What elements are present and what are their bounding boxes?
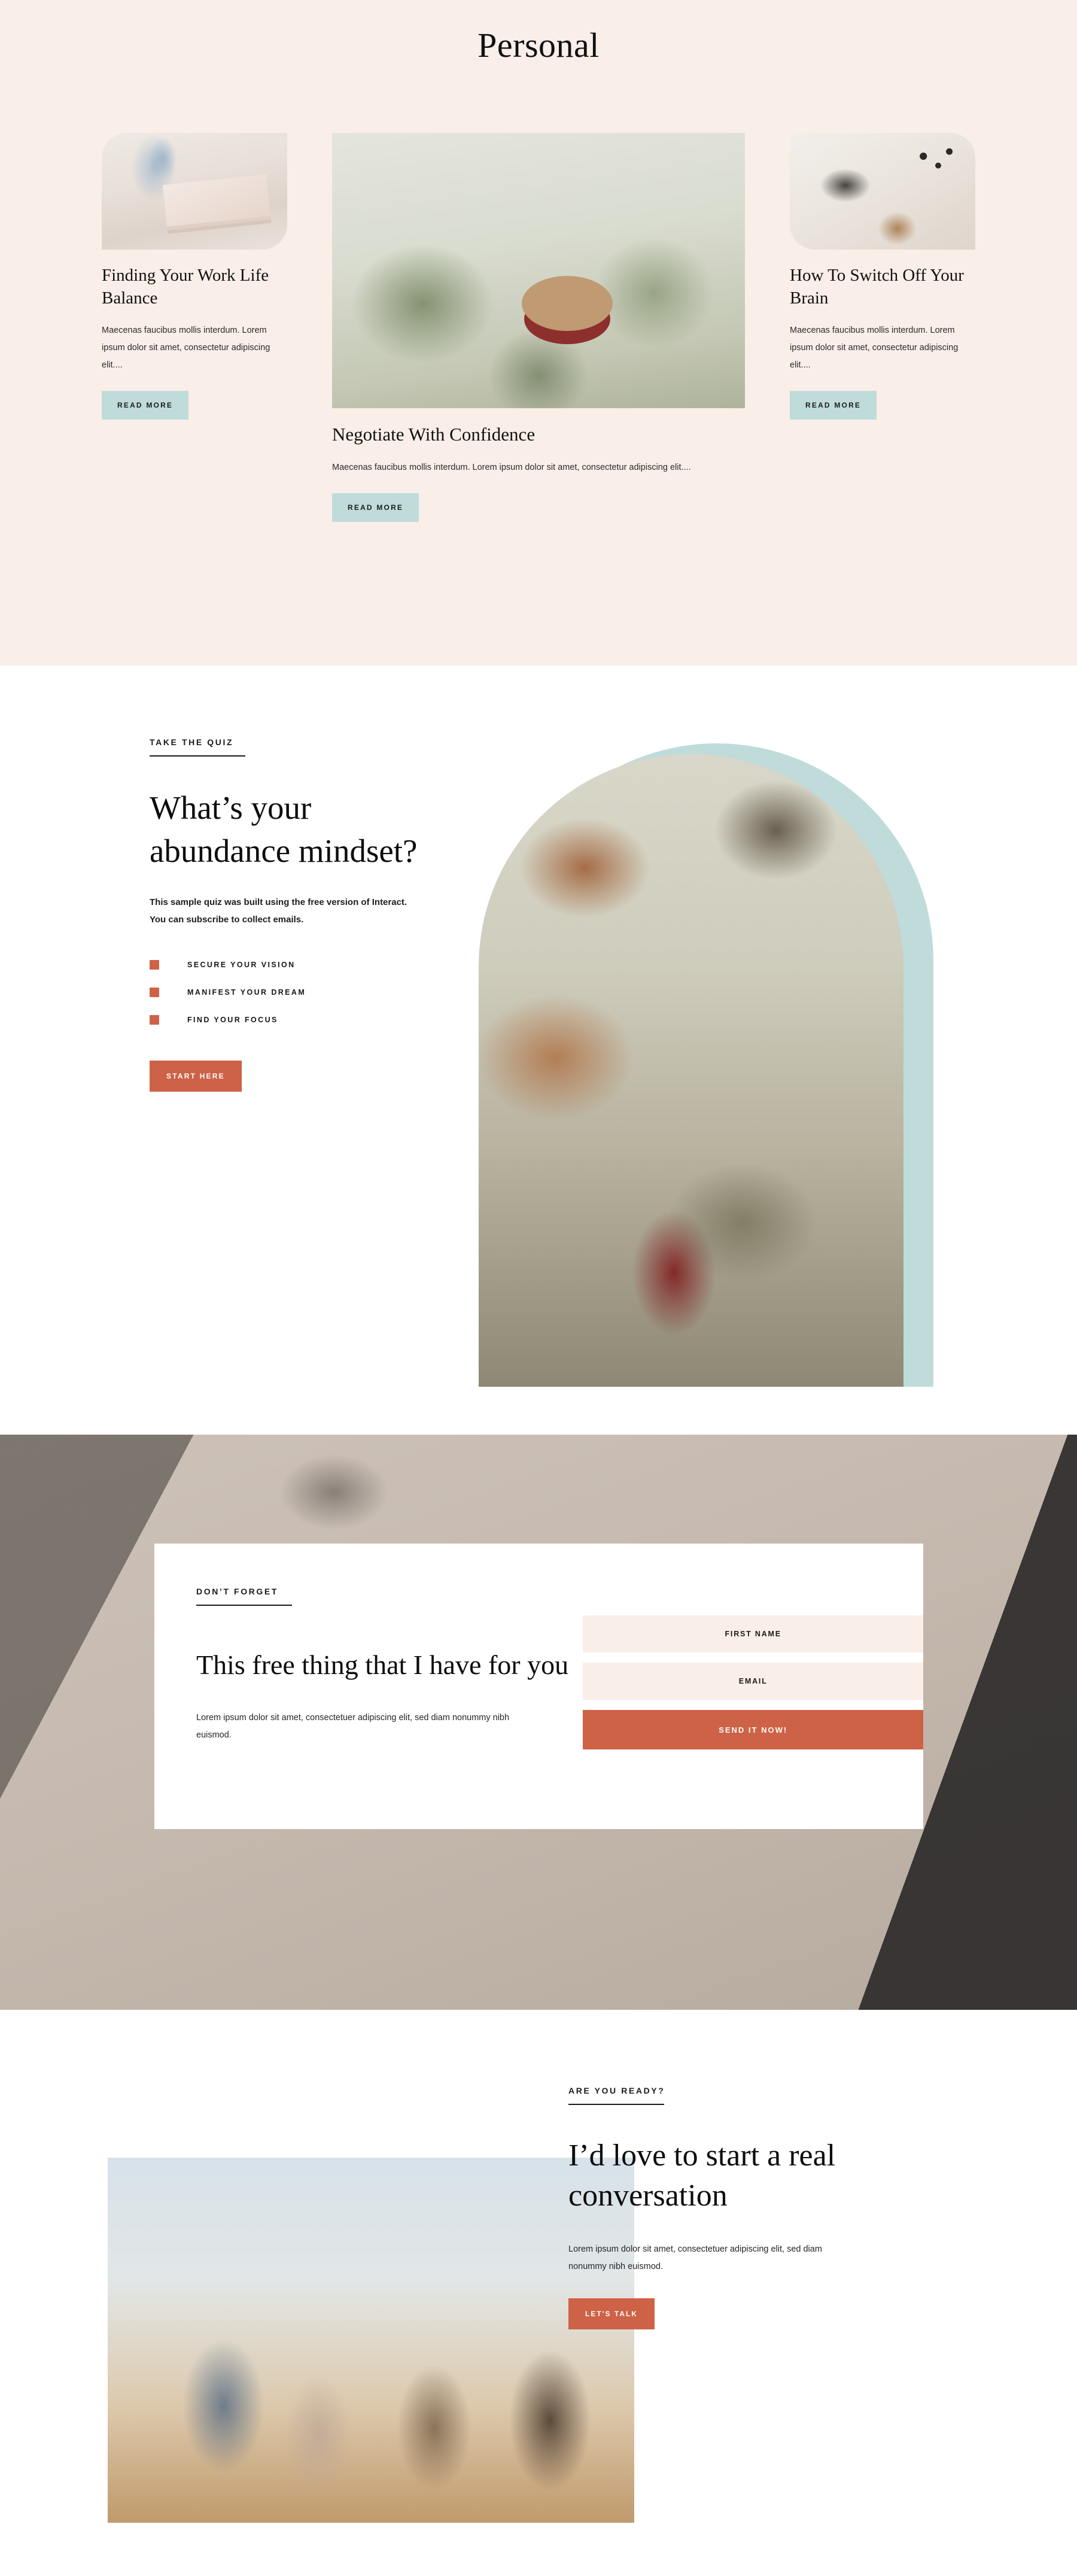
bullet-square-icon — [150, 987, 159, 997]
page-title: Personal — [477, 26, 600, 65]
blog-card-heading: Negotiate With Confidence — [332, 424, 536, 445]
blog-card-heading: How To Switch Off Your Brain — [790, 266, 964, 308]
blog-card[interactable]: Negotiate With Confidence Maecenas fauci… — [332, 133, 745, 522]
blog-card[interactable]: How To Switch Off Your Brain Maecenas fa… — [790, 133, 975, 420]
blog-card-excerpt: Maecenas faucibus mollis interdum. Lorem… — [102, 325, 270, 370]
read-more-button[interactable]: READ MORE — [332, 493, 419, 522]
contact-section: ARE YOU READY? I’d love to start a real … — [0, 2010, 1077, 2576]
blog-card-image — [790, 133, 975, 250]
quiz-section: TAKE THE QUIZ What’s your abundance mind… — [0, 666, 1077, 1435]
blog-card-image — [102, 133, 287, 250]
email-input[interactable] — [583, 1663, 923, 1700]
first-name-input[interactable] — [583, 1615, 923, 1652]
blog-card[interactable]: Finding Your Work Life Balance Maecenas … — [102, 133, 287, 420]
contact-paragraph: Lorem ipsum dolor sit amet, consectetuer… — [568, 2244, 822, 2272]
lets-talk-button[interactable]: LET'S TALK — [568, 2298, 655, 2330]
quiz-benefit-list: SECURE YOUR VISION MANIFEST YOUR DREAM F… — [150, 959, 437, 1025]
contact-text-column: ARE YOU READY? I’d love to start a real … — [568, 2086, 903, 2330]
divider-rule — [150, 755, 245, 757]
optin-paragraph: Lorem ipsum dolor sit amet, consectetuer… — [196, 1712, 510, 1740]
blog-card-image — [332, 133, 745, 408]
contact-eyebrow: ARE YOU READY? — [568, 2086, 665, 2095]
blog-card-excerpt: Maecenas faucibus mollis interdum. Lorem… — [332, 462, 691, 472]
optin-text-column: DON’T FORGET This free thing that I have… — [196, 1587, 578, 1749]
read-more-button[interactable]: READ MORE — [790, 390, 877, 420]
list-item-label: MANIFEST YOUR DREAM — [187, 988, 306, 997]
blog-card-heading: Finding Your Work Life Balance — [102, 266, 269, 308]
contact-image — [108, 2158, 634, 2523]
send-it-now-button[interactable]: SEND IT NOW! — [583, 1710, 923, 1749]
start-here-button[interactable]: START HERE — [150, 1060, 242, 1092]
quiz-subtext: This sample quiz was built using the fre… — [150, 897, 407, 925]
signup-form: SEND IT NOW! — [583, 1615, 923, 1749]
list-item-label: SECURE YOUR VISION — [187, 960, 296, 969]
quiz-eyebrow: TAKE THE QUIZ — [150, 737, 234, 747]
blog-section: Personal Finding Your Work Life Balance … — [0, 0, 1077, 666]
optin-card: DON’T FORGET This free thing that I have… — [154, 1544, 923, 1829]
blog-card-excerpt: Maecenas faucibus mollis interdum. Lorem… — [790, 325, 959, 370]
quiz-heading: What’s your abundance mindset? — [150, 789, 418, 869]
contact-heading: I’d love to start a real conversation — [568, 2138, 836, 2213]
divider-rule — [196, 1605, 292, 1606]
list-item: FIND YOUR FOCUS — [150, 1014, 437, 1025]
quiz-text-column: TAKE THE QUIZ What’s your abundance mind… — [150, 737, 437, 1092]
bullet-square-icon — [150, 1014, 159, 1025]
optin-heading: This free thing that I have for you — [196, 1650, 569, 1680]
optin-eyebrow: DON’T FORGET — [196, 1587, 278, 1596]
quiz-image — [479, 754, 903, 1387]
list-item: MANIFEST YOUR DREAM — [150, 987, 437, 997]
optin-section: DON’T FORGET This free thing that I have… — [0, 1435, 1077, 2010]
list-item-label: FIND YOUR FOCUS — [187, 1015, 278, 1024]
list-item: SECURE YOUR VISION — [150, 959, 437, 970]
divider-rule — [568, 2104, 664, 2105]
bullet-square-icon — [150, 959, 159, 970]
read-more-button[interactable]: READ MORE — [102, 390, 189, 420]
quiz-image-arch — [479, 743, 933, 1387]
landing-page: Personal Finding Your Work Life Balance … — [0, 0, 1077, 2576]
